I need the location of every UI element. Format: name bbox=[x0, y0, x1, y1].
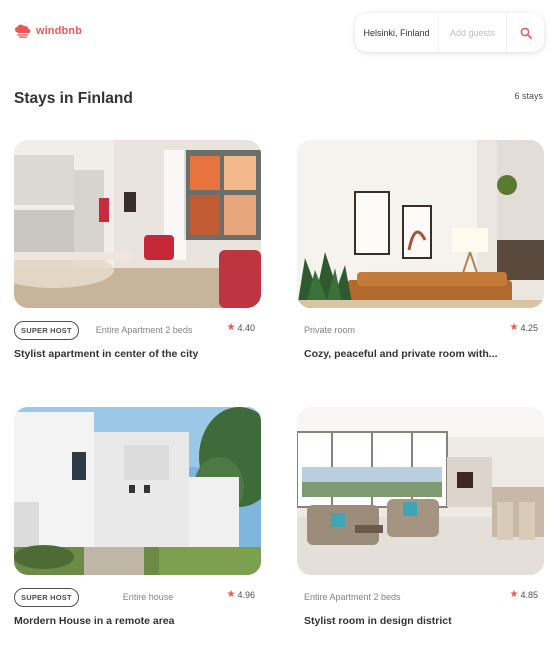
stay-rating: ★ 4.96 bbox=[226, 589, 256, 601]
stay-card-4[interactable]: Entire Apartment 2 beds ★ 4.85 Stylist ro… bbox=[297, 407, 544, 627]
stay-card-3[interactable]: SUPER HOST Entire house ★ 4.96 Mordern Ho… bbox=[14, 407, 261, 627]
star-icon: ★ bbox=[509, 589, 519, 600]
stay-rating: ★ 4.85 bbox=[509, 589, 539, 601]
stay-type: Entire Apartment 2 beds bbox=[304, 592, 401, 602]
stay-type: Private room bbox=[304, 325, 356, 335]
rating-value: 4.25 bbox=[520, 323, 538, 333]
star-icon: ★ bbox=[226, 322, 236, 333]
stay-photo-3[interactable] bbox=[14, 407, 261, 575]
stay-photo-4[interactable] bbox=[297, 407, 544, 575]
star-icon: ★ bbox=[226, 589, 236, 600]
stay-title[interactable]: Mordern House in a remote area bbox=[14, 615, 261, 627]
stay-rating: ★ 4.40 bbox=[226, 322, 256, 334]
location-field[interactable]: Helsinki, Finland bbox=[355, 13, 439, 52]
stay-card-2[interactable]: Private room ★ 4.25 Cozy, peaceful and pr… bbox=[297, 140, 544, 360]
rating-value: 4.40 bbox=[237, 323, 255, 333]
brand-name: windbnb bbox=[36, 25, 82, 37]
brand-logo[interactable]: windbnb bbox=[14, 24, 82, 38]
rating-value: 4.85 bbox=[520, 590, 538, 600]
stay-photo-2[interactable] bbox=[297, 140, 544, 308]
stay-title[interactable]: Cozy, peaceful and private room with... bbox=[297, 348, 544, 360]
stay-type: Entire house bbox=[122, 592, 174, 602]
stay-title[interactable]: Stylist apartment in center of the city bbox=[14, 348, 261, 360]
stay-card-1[interactable]: SUPER HOST Entire Apartment 2 beds ★ 4.40… bbox=[14, 140, 261, 360]
stay-rating: ★ 4.25 bbox=[509, 322, 539, 334]
logo-icon bbox=[14, 24, 31, 38]
super-host-badge: SUPER HOST bbox=[14, 320, 79, 340]
search-bar[interactable]: Helsinki, Finland Add guests bbox=[355, 13, 544, 52]
stay-type: Entire Apartment 2 beds bbox=[95, 325, 193, 335]
rating-value: 4.96 bbox=[237, 590, 255, 600]
page-title: Stays in Finland bbox=[14, 90, 133, 107]
guests-field[interactable]: Add guests bbox=[439, 13, 507, 52]
star-icon: ★ bbox=[509, 322, 519, 333]
stay-title[interactable]: Stylist room in design district bbox=[297, 615, 544, 627]
search-button[interactable] bbox=[507, 13, 544, 52]
search-icon bbox=[520, 27, 532, 39]
stay-photo-1[interactable] bbox=[14, 140, 261, 308]
super-host-badge: SUPER HOST bbox=[14, 587, 79, 607]
stay-count: 6 stays bbox=[514, 91, 543, 101]
